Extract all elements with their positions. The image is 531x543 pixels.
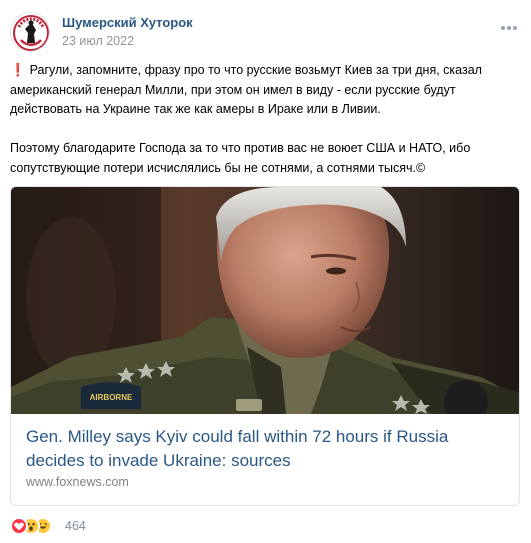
paragraph-1-text: Рагули, запомните, фразу про то что русс…	[10, 63, 482, 116]
post-header: Шумерский Хуторок 23 июл 2022	[10, 12, 521, 52]
post-body: ❗ Рагули, запомните, фразу про то что рус…	[10, 61, 515, 178]
airborne-patch: AIRBORNE	[81, 382, 141, 409]
paragraph-1: ❗ Рагули, запомните, фразу про то что рус…	[10, 61, 515, 120]
reaction-count[interactable]: 464	[65, 519, 86, 533]
author-name[interactable]: Шумерский Хуторок	[62, 15, 193, 30]
community-logo	[13, 15, 49, 51]
link-card-domain[interactable]: www.foxnews.com	[26, 475, 129, 489]
more-options-icon[interactable]	[501, 26, 517, 32]
patch-text: AIRBORNE	[90, 393, 133, 402]
paragraph-2: Поэтому благодарите Господа за то что пр…	[10, 141, 471, 175]
red-exclamation-icon: ❗	[10, 63, 26, 77]
link-card[interactable]: AIRBORNE Gen. Milley says Kyiv could fal…	[10, 186, 520, 506]
heart-icon[interactable]	[10, 517, 28, 535]
link-card-title[interactable]: Gen. Milley says Kyiv could fall within …	[26, 425, 506, 473]
link-card-image[interactable]: AIRBORNE	[11, 187, 519, 424]
post-date[interactable]: 23 июл 2022	[62, 34, 134, 48]
avatar[interactable]	[10, 12, 50, 52]
general-portrait-image: AIRBORNE	[11, 187, 519, 424]
